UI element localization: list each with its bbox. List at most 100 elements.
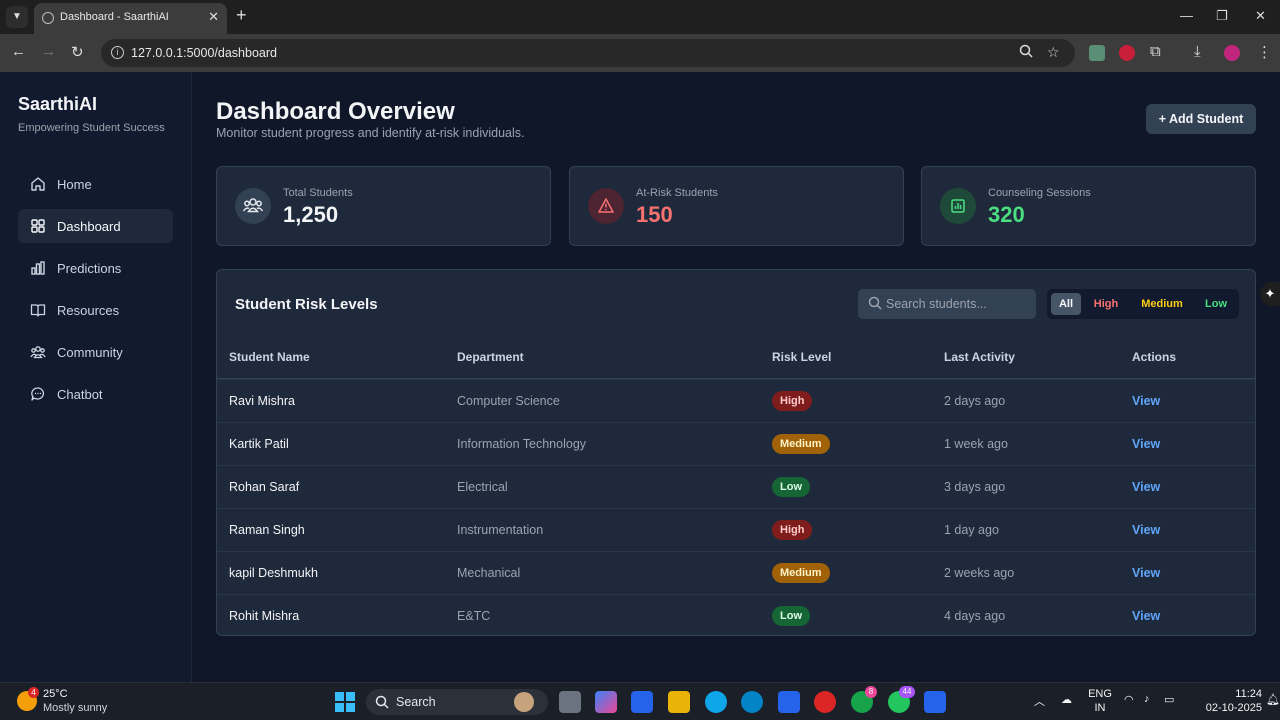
sparkle-assistant-icon[interactable]: ✦ bbox=[1260, 282, 1280, 306]
weather-temperature[interactable]: 25°C bbox=[43, 688, 68, 700]
clock-time[interactable]: 11:24 bbox=[1204, 688, 1262, 700]
column-header-risk-level[interactable]: Risk Level bbox=[772, 350, 831, 364]
wifi-icon[interactable]: ◠ bbox=[1124, 693, 1134, 706]
url-text[interactable]: 127.0.0.1:5000/dashboard bbox=[131, 46, 277, 60]
tab-close-icon[interactable]: ✕ bbox=[208, 9, 219, 25]
stat-value: 320 bbox=[988, 202, 1025, 227]
pdf-extension-icon[interactable] bbox=[1089, 45, 1105, 61]
notification-bell-icon[interactable]: 🔔︎ bbox=[1266, 693, 1280, 706]
bookmark-star-icon[interactable]: ☆ bbox=[1047, 44, 1060, 61]
battery-icon[interactable]: ▭ bbox=[1164, 693, 1174, 706]
brand-logo-text[interactable]: SaarthiAI bbox=[18, 94, 97, 115]
student-department: Electrical bbox=[457, 480, 508, 494]
whatsapp-badge: 44 bbox=[899, 686, 915, 698]
search-icon bbox=[375, 695, 389, 709]
extension-icon[interactable] bbox=[1119, 45, 1135, 61]
last-activity: 1 day ago bbox=[944, 523, 999, 537]
search-box[interactable] bbox=[858, 289, 1036, 319]
panel-title: Student Risk Levels bbox=[235, 296, 378, 313]
weather-app-icon[interactable] bbox=[705, 691, 727, 713]
task-view-icon[interactable] bbox=[559, 691, 581, 713]
student-name: Rohan Saraf bbox=[229, 480, 300, 494]
sidebar-item-predictions[interactable]: Predictions bbox=[18, 251, 173, 285]
view-link[interactable]: View bbox=[1132, 394, 1160, 408]
browser-tab-bar: ▼ Dashboard - SaarthiAI ✕ + — ❐ ✕ bbox=[0, 0, 1280, 34]
table-row: Raman Singh Instrumentation High 1 day a… bbox=[217, 508, 1255, 551]
filter-low-button[interactable]: Low bbox=[1199, 293, 1233, 315]
tray-chevron-up-icon[interactable]: ︿ bbox=[1034, 693, 1045, 709]
search-highlight-icon bbox=[514, 692, 534, 712]
view-link[interactable]: View bbox=[1132, 523, 1160, 537]
search-input[interactable] bbox=[886, 289, 1031, 319]
student-name: kapil Deshmukh bbox=[229, 566, 318, 580]
sidebar-item-home[interactable]: Home bbox=[18, 167, 173, 201]
users-icon bbox=[235, 188, 271, 224]
vscode-icon[interactable] bbox=[924, 691, 946, 713]
file-explorer-icon[interactable] bbox=[668, 691, 690, 713]
stat-card-counseling-sessions: Counseling Sessions 320 bbox=[921, 166, 1256, 246]
zoom-search-icon[interactable] bbox=[1019, 44, 1033, 61]
view-link[interactable]: View bbox=[1132, 609, 1160, 623]
back-icon[interactable]: ← bbox=[11, 43, 26, 60]
sidebar-item-chatbot[interactable]: Chatbot bbox=[18, 377, 173, 411]
download-icon[interactable]: ⤓ bbox=[1194, 43, 1201, 60]
language-indicator-in[interactable]: IN bbox=[1088, 702, 1112, 714]
edge-icon[interactable] bbox=[741, 691, 763, 713]
more-menu-icon[interactable]: ⋮ bbox=[1257, 43, 1272, 61]
taskbar-search[interactable]: Search bbox=[366, 689, 548, 715]
todo-icon[interactable] bbox=[778, 691, 800, 713]
sidebar-item-resources[interactable]: Resources bbox=[18, 293, 173, 327]
extensions-puzzle-icon[interactable]: ⧉ bbox=[1150, 43, 1161, 60]
window-close-icon[interactable]: ✕ bbox=[1255, 8, 1266, 24]
page-subtitle: Monitor student progress and identify at… bbox=[216, 126, 525, 140]
volume-icon[interactable]: ♪ bbox=[1144, 693, 1150, 705]
sidebar-item-community[interactable]: Community bbox=[18, 335, 173, 369]
store-icon[interactable] bbox=[631, 691, 653, 713]
column-header-department[interactable]: Department bbox=[457, 350, 524, 364]
last-activity: 3 days ago bbox=[944, 480, 1006, 494]
view-link[interactable]: View bbox=[1132, 437, 1160, 451]
view-link[interactable]: View bbox=[1132, 480, 1160, 494]
table-row: Kartik Patil Information Technology Medi… bbox=[217, 422, 1255, 465]
forward-icon[interactable]: → bbox=[41, 43, 56, 60]
chrome-badge: 8 bbox=[865, 686, 877, 698]
copilot-icon[interactable] bbox=[595, 691, 617, 713]
minimize-icon[interactable]: — bbox=[1180, 8, 1193, 23]
add-student-button[interactable]: + Add Student bbox=[1146, 104, 1256, 134]
reload-icon[interactable]: ↻ bbox=[71, 43, 84, 61]
view-link[interactable]: View bbox=[1132, 566, 1160, 580]
sidebar-item-dashboard[interactable]: Dashboard bbox=[18, 209, 173, 243]
filter-medium-button[interactable]: Medium bbox=[1135, 293, 1189, 315]
home-icon bbox=[31, 177, 45, 191]
weather-condition[interactable]: Mostly sunny bbox=[43, 702, 107, 714]
address-bar[interactable]: i 127.0.0.1:5000/dashboard ☆ bbox=[101, 39, 1075, 67]
browser-tab[interactable]: Dashboard - SaarthiAI ✕ bbox=[34, 3, 227, 34]
windows-start-icon[interactable] bbox=[335, 692, 355, 712]
powerpoint-icon[interactable] bbox=[814, 691, 836, 713]
stat-label: Counseling Sessions bbox=[988, 187, 1091, 199]
users-icon bbox=[30, 346, 46, 359]
grid-icon bbox=[31, 219, 45, 233]
clock-date[interactable]: 02-10-2025 bbox=[1196, 702, 1262, 714]
column-header-student-name[interactable]: Student Name bbox=[229, 350, 310, 364]
language-indicator-eng[interactable]: ENG bbox=[1088, 688, 1112, 700]
filter-all-button[interactable]: All bbox=[1051, 293, 1081, 315]
brand-tagline: Empowering Student Success bbox=[18, 122, 165, 134]
maximize-icon[interactable]: ❐ bbox=[1216, 8, 1228, 24]
table-row: Rohit Mishra E&TC Low 4 days ago View bbox=[217, 594, 1255, 635]
filter-high-button[interactable]: High bbox=[1087, 293, 1125, 315]
search-icon bbox=[868, 296, 882, 310]
new-tab-icon[interactable]: + bbox=[236, 5, 247, 26]
column-header-last-activity[interactable]: Last Activity bbox=[944, 350, 1015, 364]
table-row: Ravi Mishra Computer Science High 2 days… bbox=[217, 379, 1255, 422]
student-department: Information Technology bbox=[457, 437, 587, 451]
profile-avatar[interactable] bbox=[1224, 45, 1240, 61]
globe-icon bbox=[42, 12, 54, 24]
sidebar: SaarthiAI Empowering Student Success Hom… bbox=[0, 72, 192, 682]
taskbar: 4 25°C Mostly sunny Search 8 44 ︿ ☁ ENG … bbox=[0, 682, 1280, 720]
onedrive-icon[interactable]: ☁ bbox=[1061, 693, 1072, 706]
tab-search-chevron-icon[interactable]: ▼ bbox=[6, 6, 28, 28]
site-info-icon[interactable]: i bbox=[111, 46, 124, 59]
risk-badge-medium: Medium bbox=[772, 563, 830, 583]
student-name: Raman Singh bbox=[229, 523, 305, 537]
